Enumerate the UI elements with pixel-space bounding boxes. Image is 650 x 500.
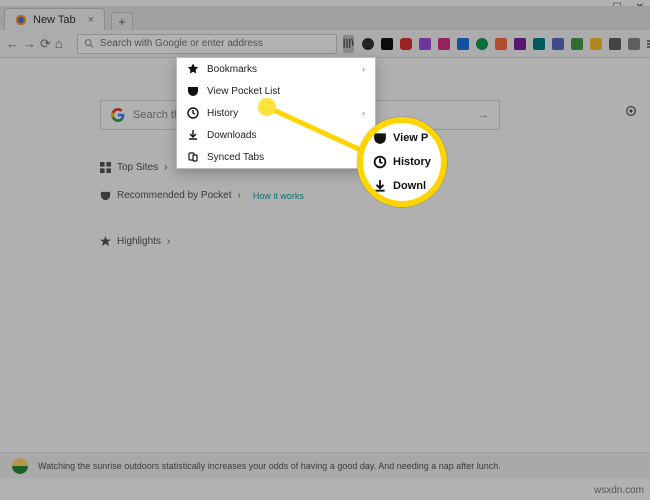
menu-pocket[interactable]: View Pocket List	[177, 80, 375, 102]
clock-icon	[373, 155, 387, 169]
ext-icon-7[interactable]	[476, 38, 488, 50]
snippet-bar: Watching the sunrise outdoors statistica…	[0, 452, 650, 478]
menu-bookmarks[interactable]: Bookmarks ›	[177, 58, 375, 80]
top-sites-section[interactable]: Top Sites ›	[100, 162, 167, 173]
zoom-pocket-label: View P	[393, 132, 428, 144]
sync-icon	[187, 151, 199, 163]
navigation-toolbar: ← → ⟳ ⌂ |||\	[0, 30, 650, 58]
ext-icon-1[interactable]	[362, 38, 374, 50]
pocket-icon	[187, 85, 199, 97]
ext-icon-3[interactable]	[400, 38, 412, 50]
how-it-works-link[interactable]: How it works	[253, 191, 304, 201]
reload-button[interactable]: ⟳	[40, 36, 51, 52]
tab-newtab[interactable]: New Tab ×	[4, 8, 105, 30]
web-search-go-button[interactable]: →	[478, 109, 489, 121]
address-input[interactable]	[100, 38, 330, 49]
recommended-label: Recommended by Pocket	[117, 190, 232, 201]
highlight-dot	[258, 98, 276, 116]
menu-synced-tabs[interactable]: Synced Tabs	[177, 146, 375, 168]
customize-button[interactable]	[624, 104, 638, 118]
menu-history-label: History	[207, 108, 238, 119]
zoom-row-downloads: Downl	[373, 179, 441, 193]
zoom-row-pocket: View P	[373, 131, 441, 145]
tab-strip: New Tab × +	[0, 6, 650, 30]
zoom-row-history: History	[373, 155, 441, 169]
menu-bookmarks-label: Bookmarks	[207, 64, 257, 75]
ext-icon-5[interactable]	[438, 38, 450, 50]
watermark: wsxdn.com	[594, 485, 644, 496]
zoom-downloads-label: Downl	[393, 180, 426, 192]
chevron-right-icon: ›	[238, 190, 241, 201]
ext-icon-12[interactable]	[571, 38, 583, 50]
sunrise-icon	[12, 458, 28, 474]
google-icon	[111, 108, 125, 122]
star-icon	[187, 63, 199, 75]
browser-window: — ☐ ✕ New Tab × + ← → ⟳ ⌂ |||\	[0, 0, 650, 500]
top-sites-label: Top Sites	[117, 162, 158, 173]
download-icon	[187, 129, 199, 141]
ext-icon-2[interactable]	[381, 38, 393, 50]
extension-icons	[362, 38, 650, 50]
snippet-text: Watching the sunrise outdoors statistica…	[38, 461, 501, 471]
menu-downloads-label: Downloads	[207, 130, 256, 141]
menu-pocket-label: View Pocket List	[207, 86, 280, 97]
menu-history[interactable]: History ›	[177, 102, 375, 124]
forward-button[interactable]: →	[23, 36, 36, 52]
ext-icon-11[interactable]	[552, 38, 564, 50]
library-button[interactable]: |||\	[343, 35, 354, 53]
ext-icon-13[interactable]	[590, 38, 602, 50]
menu-downloads[interactable]: Downloads	[177, 124, 375, 146]
zoom-callout: View P History Downl	[357, 117, 447, 207]
highlights-icon	[100, 236, 111, 247]
chevron-right-icon: ›	[362, 108, 365, 118]
tab-close-button[interactable]: ×	[88, 14, 94, 26]
chevron-right-icon: ›	[362, 64, 365, 74]
pocket-icon	[100, 190, 111, 201]
ext-icon-10[interactable]	[533, 38, 545, 50]
chevron-right-icon: ›	[167, 236, 170, 247]
highlights-section[interactable]: Highlights ›	[100, 236, 170, 247]
ext-icon-4[interactable]	[419, 38, 431, 50]
highlights-label: Highlights	[117, 236, 161, 247]
recommended-section[interactable]: Recommended by Pocket › How it works	[100, 190, 304, 201]
back-button[interactable]: ←	[6, 36, 19, 52]
topsites-icon	[100, 162, 111, 173]
home-button[interactable]: ⌂	[55, 36, 63, 52]
chevron-right-icon: ›	[164, 162, 167, 173]
search-icon	[84, 38, 94, 49]
ext-icon-14[interactable]	[609, 38, 621, 50]
download-icon	[373, 179, 387, 193]
tab-title: New Tab	[33, 14, 76, 26]
address-bar[interactable]	[77, 34, 337, 54]
ext-icon-9[interactable]	[514, 38, 526, 50]
menu-synced-label: Synced Tabs	[207, 152, 264, 163]
ext-icon-6[interactable]	[457, 38, 469, 50]
ext-icon-15[interactable]	[628, 38, 640, 50]
ext-icon-8[interactable]	[495, 38, 507, 50]
zoom-history-label: History	[393, 156, 431, 168]
firefox-icon	[15, 14, 27, 26]
new-tab-button[interactable]: +	[111, 12, 133, 30]
pocket-icon	[373, 131, 387, 145]
library-menu: Bookmarks › View Pocket List History › D…	[176, 57, 376, 169]
clock-icon	[187, 107, 199, 119]
